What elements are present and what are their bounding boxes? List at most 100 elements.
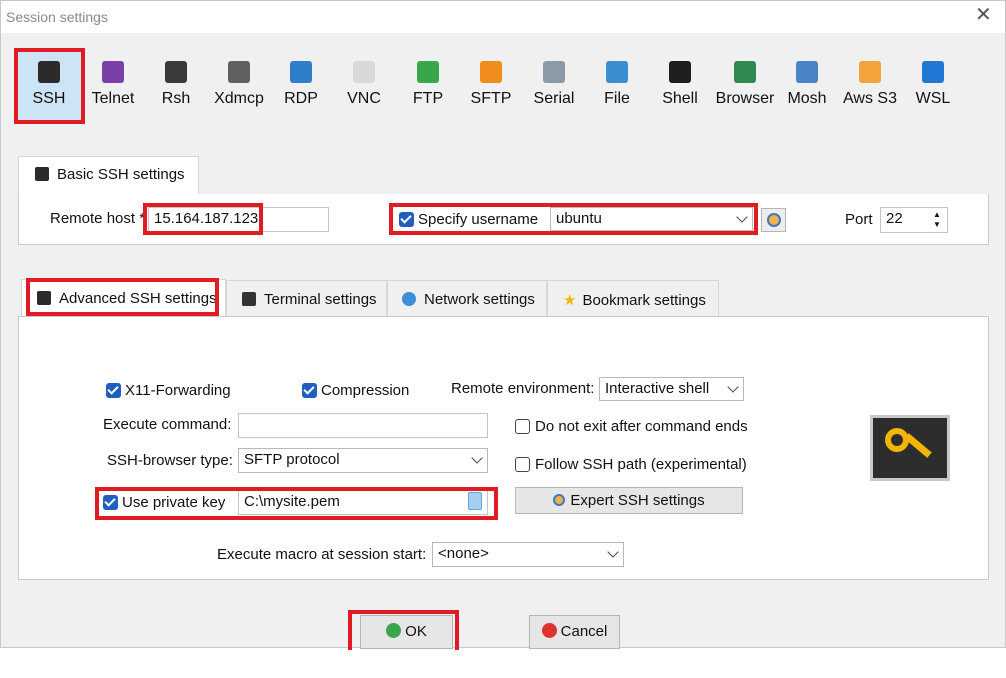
ok-label: OK	[405, 623, 427, 640]
session-type-label: Browser	[715, 90, 775, 107]
tab-label: Advanced SSH settings	[59, 290, 217, 307]
session-type-ssh[interactable]: SSH	[15, 49, 83, 121]
follow-ssh-path-checkbox[interactable]	[515, 457, 530, 472]
session-type-rdp[interactable]: RDP	[269, 49, 333, 121]
ssh-key-icon	[37, 291, 51, 305]
shell-terminal-icon	[669, 61, 691, 83]
x11-forwarding-label: X11-Forwarding	[125, 382, 231, 399]
session-type-label: Xdmcp	[214, 90, 264, 107]
session-type-label: WSL	[915, 90, 951, 107]
session-type-label: Rsh	[161, 90, 191, 107]
do-not-exit-checkbox[interactable]	[515, 419, 530, 434]
sftp-globe-icon	[480, 61, 502, 83]
session-type-serial[interactable]: Serial	[522, 49, 586, 121]
session-type-label: Serial	[533, 90, 575, 107]
session-type-vnc[interactable]: VNC	[332, 49, 396, 121]
follow-ssh-path-label: Follow SSH path (experimental)	[535, 456, 747, 473]
telnet-icon	[102, 61, 124, 83]
terminal-icon	[242, 292, 256, 306]
session-type-sftp[interactable]: SFTP	[459, 49, 523, 121]
remote-environment-select[interactable]: Interactive shell	[599, 377, 744, 401]
use-private-key-label: Use private key	[122, 494, 226, 511]
session-type-shell[interactable]: Shell	[648, 49, 712, 121]
chevron-down-icon	[736, 211, 748, 223]
vnc-icon	[353, 61, 375, 83]
port-up-arrow-icon[interactable]: ▲	[933, 210, 941, 219]
mosh-satellite-icon	[796, 61, 818, 83]
network-icon	[402, 292, 416, 306]
title-bar: Session settings ✕	[1, 1, 1005, 33]
session-type-wsl[interactable]: WSL	[901, 49, 965, 121]
port-label: Port	[845, 211, 873, 228]
specify-username-label: Specify username	[418, 211, 539, 228]
tab-basic-ssh-settings[interactable]: Basic SSH settings	[18, 156, 199, 194]
tab-network-settings[interactable]: Network settings	[387, 280, 547, 316]
window-title: Session settings	[6, 9, 108, 25]
tab-label: Network settings	[424, 291, 535, 308]
session-type-aws-s3[interactable]: Aws S3	[838, 49, 902, 121]
browser-globe-icon	[734, 61, 756, 83]
session-type-bar: SSH Telnet Rsh Xdmcp RDP VNC FTP SFTP Serial File…	[15, 49, 965, 121]
remote-host-label: Remote host *	[50, 210, 146, 227]
close-icon[interactable]: ✕	[975, 5, 992, 25]
chevron-down-icon	[727, 381, 739, 393]
execute-command-input[interactable]	[238, 413, 488, 438]
ssh-browser-type-label: SSH-browser type:	[107, 452, 233, 469]
expert-ssh-settings-label: Expert SSH settings	[570, 492, 705, 509]
expert-ssh-settings-button[interactable]: Expert SSH settings	[515, 487, 743, 514]
ssh-browser-type-select[interactable]: SFTP protocol	[238, 448, 488, 473]
execute-macro-select[interactable]: <none>	[432, 542, 624, 567]
session-type-label: VNC	[347, 90, 381, 107]
session-type-telnet[interactable]: Telnet	[81, 49, 145, 121]
session-type-label: Shell	[662, 90, 698, 107]
xdmcp-icon	[228, 61, 250, 83]
tab-bookmark-settings[interactable]: ★ Bookmark settings	[547, 280, 719, 316]
chevron-down-icon	[471, 452, 483, 464]
serial-plug-icon	[543, 61, 565, 83]
session-settings-dialog: Session settings ✕ SSH Telnet Rsh Xdmcp RDP V…	[0, 0, 1006, 650]
session-type-mosh[interactable]: Mosh	[775, 49, 839, 121]
execute-macro-value: <none>	[438, 545, 489, 562]
cancel-circle-icon	[541, 623, 557, 638]
tab-terminal-settings[interactable]: Terminal settings	[226, 280, 387, 316]
private-key-illustration-icon	[870, 415, 950, 481]
ssh-browser-type-value: SFTP protocol	[244, 451, 340, 468]
aws-s3-icon	[859, 61, 881, 83]
execute-command-label: Execute command:	[103, 416, 232, 433]
session-type-xdmcp[interactable]: Xdmcp	[206, 49, 272, 121]
x11-forwarding-checkbox[interactable]	[106, 383, 121, 398]
rdp-icon	[290, 61, 312, 83]
session-type-rsh[interactable]: Rsh	[143, 49, 209, 121]
session-type-label: FTP	[412, 90, 444, 107]
session-type-browser[interactable]: Browser	[711, 49, 779, 121]
session-type-label: RDP	[284, 90, 318, 107]
tab-advanced-ssh-settings[interactable]: Advanced SSH settings	[21, 279, 226, 317]
private-key-input[interactable]: C:\mysite.pem	[238, 490, 488, 515]
session-type-file[interactable]: File	[585, 49, 649, 121]
session-type-label: SFTP	[470, 90, 512, 107]
session-type-label: Aws S3	[843, 90, 897, 107]
port-down-arrow-icon[interactable]: ▼	[933, 220, 941, 229]
cancel-button[interactable]: Cancel	[529, 615, 620, 649]
specify-username-checkbox[interactable]	[399, 212, 414, 227]
remote-host-input[interactable]: 15.164.187.123	[148, 207, 329, 232]
remote-environment-label: Remote environment:	[451, 380, 595, 397]
user-icon	[553, 494, 566, 506]
remote-environment-value: Interactive shell	[605, 380, 710, 397]
session-type-ftp[interactable]: FTP	[396, 49, 460, 121]
use-private-key-checkbox[interactable]	[103, 495, 118, 510]
file-browse-icon[interactable]	[468, 492, 482, 510]
username-select[interactable]: ubuntu	[550, 207, 753, 231]
session-type-label: SSH	[32, 90, 66, 107]
session-type-label: Mosh	[787, 90, 827, 107]
ssh-key-icon	[38, 61, 60, 83]
ssh-key-icon	[35, 167, 49, 181]
wsl-windows-icon	[922, 61, 944, 83]
user-picker-button[interactable]	[761, 208, 786, 232]
username-value: ubuntu	[556, 210, 602, 227]
compression-label: Compression	[321, 382, 410, 399]
ok-button[interactable]: OK	[360, 615, 453, 649]
compression-checkbox[interactable]	[302, 383, 317, 398]
check-circle-icon	[386, 623, 402, 638]
user-icon	[766, 213, 781, 227]
